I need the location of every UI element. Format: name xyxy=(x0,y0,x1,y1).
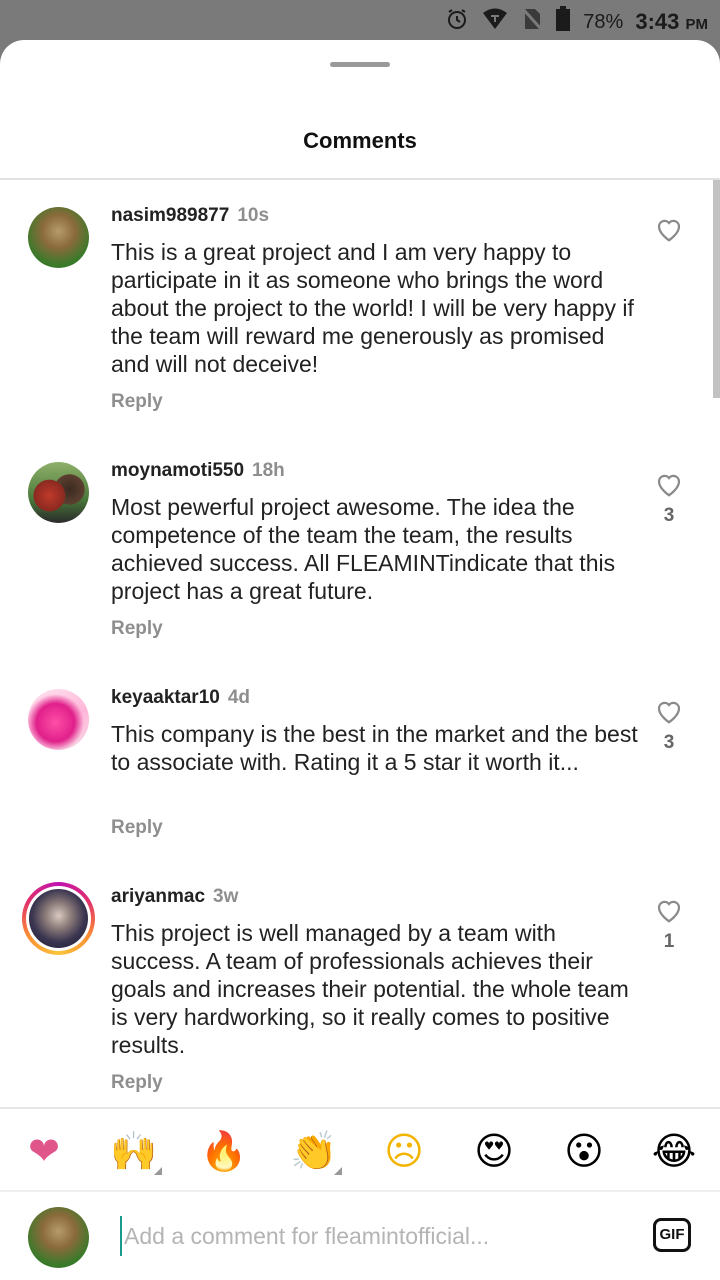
no-sim-icon xyxy=(521,7,543,37)
username[interactable]: ariyanmac xyxy=(111,886,205,907)
comment-text: Most pewerful project awesome. The idea … xyxy=(111,494,616,604)
like-count: 1 xyxy=(663,931,675,952)
heart-outline-icon[interactable] xyxy=(654,696,684,726)
timestamp: 4d xyxy=(227,687,251,708)
divider xyxy=(0,178,720,180)
sheet-title: Comments xyxy=(303,128,417,153)
username[interactable]: nasim989877 xyxy=(111,205,229,226)
heart-outline-icon[interactable] xyxy=(654,214,684,244)
gif-button[interactable]: GIF xyxy=(653,1218,691,1252)
comment-text: This company is the best in the market a… xyxy=(111,721,638,775)
raised-hands-emoji[interactable]: 🙌 xyxy=(110,1127,162,1175)
battery-percent: 78% xyxy=(583,10,624,33)
comment-meta: nasim989877 10s xyxy=(111,205,269,227)
avatar[interactable] xyxy=(28,462,89,523)
comment-input[interactable] xyxy=(120,1216,630,1256)
clapping-hands-glyph: 👏 xyxy=(290,1129,338,1173)
comment-text: This project is well managed by a team w… xyxy=(111,920,629,1058)
wifi-icon xyxy=(481,7,509,37)
timestamp: 10s xyxy=(237,205,270,226)
reply-button[interactable]: Reply xyxy=(111,391,163,413)
comment-text: This is a great project and I am very ha… xyxy=(111,239,634,377)
sad-face-emoji[interactable]: ☹ xyxy=(380,1127,428,1175)
emoji-quick-bar: ❤ 🙌 🔥 👏 ☹ 😍 😮 😂 xyxy=(0,1109,720,1191)
heart-outline-icon[interactable] xyxy=(654,469,684,499)
avatar[interactable] xyxy=(28,689,89,750)
drag-handle[interactable] xyxy=(330,62,390,67)
surprised-face-emoji[interactable]: 😮 xyxy=(560,1127,608,1175)
comment-meta: ariyanmac 3w xyxy=(111,886,238,908)
timestamp: 18h xyxy=(252,460,285,481)
avatar-ring-inner xyxy=(26,886,91,951)
comment-meta: moynamoti550 18h xyxy=(111,460,285,482)
like-count: 3 xyxy=(663,732,675,753)
clapping-hands-emoji[interactable]: 👏 xyxy=(290,1127,342,1175)
heart-outline-icon[interactable] xyxy=(654,895,684,925)
current-user-avatar xyxy=(28,1207,89,1268)
story-ring-avatar[interactable] xyxy=(22,882,95,955)
comment-composer: GIF xyxy=(0,1192,720,1280)
comments-sheet: Comments nasim989877 10s This is a great … xyxy=(0,40,720,1280)
heart-eyes-emoji[interactable]: 😍 xyxy=(470,1127,518,1175)
clock-ampm: PM xyxy=(685,16,709,33)
clock-time: 3:43 xyxy=(635,9,680,34)
status-bar: 78% 3:43 PM xyxy=(0,0,720,40)
like-count: 3 xyxy=(663,505,675,526)
avatar[interactable] xyxy=(28,207,89,268)
variant-indicator xyxy=(154,1167,162,1175)
avatar xyxy=(29,889,88,948)
battery-icon xyxy=(555,6,571,38)
heart-emoji[interactable]: ❤ xyxy=(20,1127,68,1175)
scrollbar[interactable] xyxy=(713,180,720,398)
variant-indicator xyxy=(334,1167,342,1175)
fire-emoji[interactable]: 🔥 xyxy=(200,1127,248,1175)
username[interactable]: moynamoti550 xyxy=(111,460,244,481)
alarm-icon xyxy=(445,7,469,37)
reply-button[interactable]: Reply xyxy=(111,618,163,640)
reply-button[interactable]: Reply xyxy=(111,817,163,839)
username[interactable]: keyaaktar10 xyxy=(111,687,220,708)
clock: 3:43 PM xyxy=(635,9,708,35)
reply-button[interactable]: Reply xyxy=(111,1072,163,1094)
comment-meta: keyaaktar10 4d xyxy=(111,687,250,709)
timestamp: 3w xyxy=(213,886,239,907)
laughing-face-emoji[interactable]: 😂 xyxy=(650,1127,698,1175)
raised-hands-glyph: 🙌 xyxy=(110,1129,158,1173)
